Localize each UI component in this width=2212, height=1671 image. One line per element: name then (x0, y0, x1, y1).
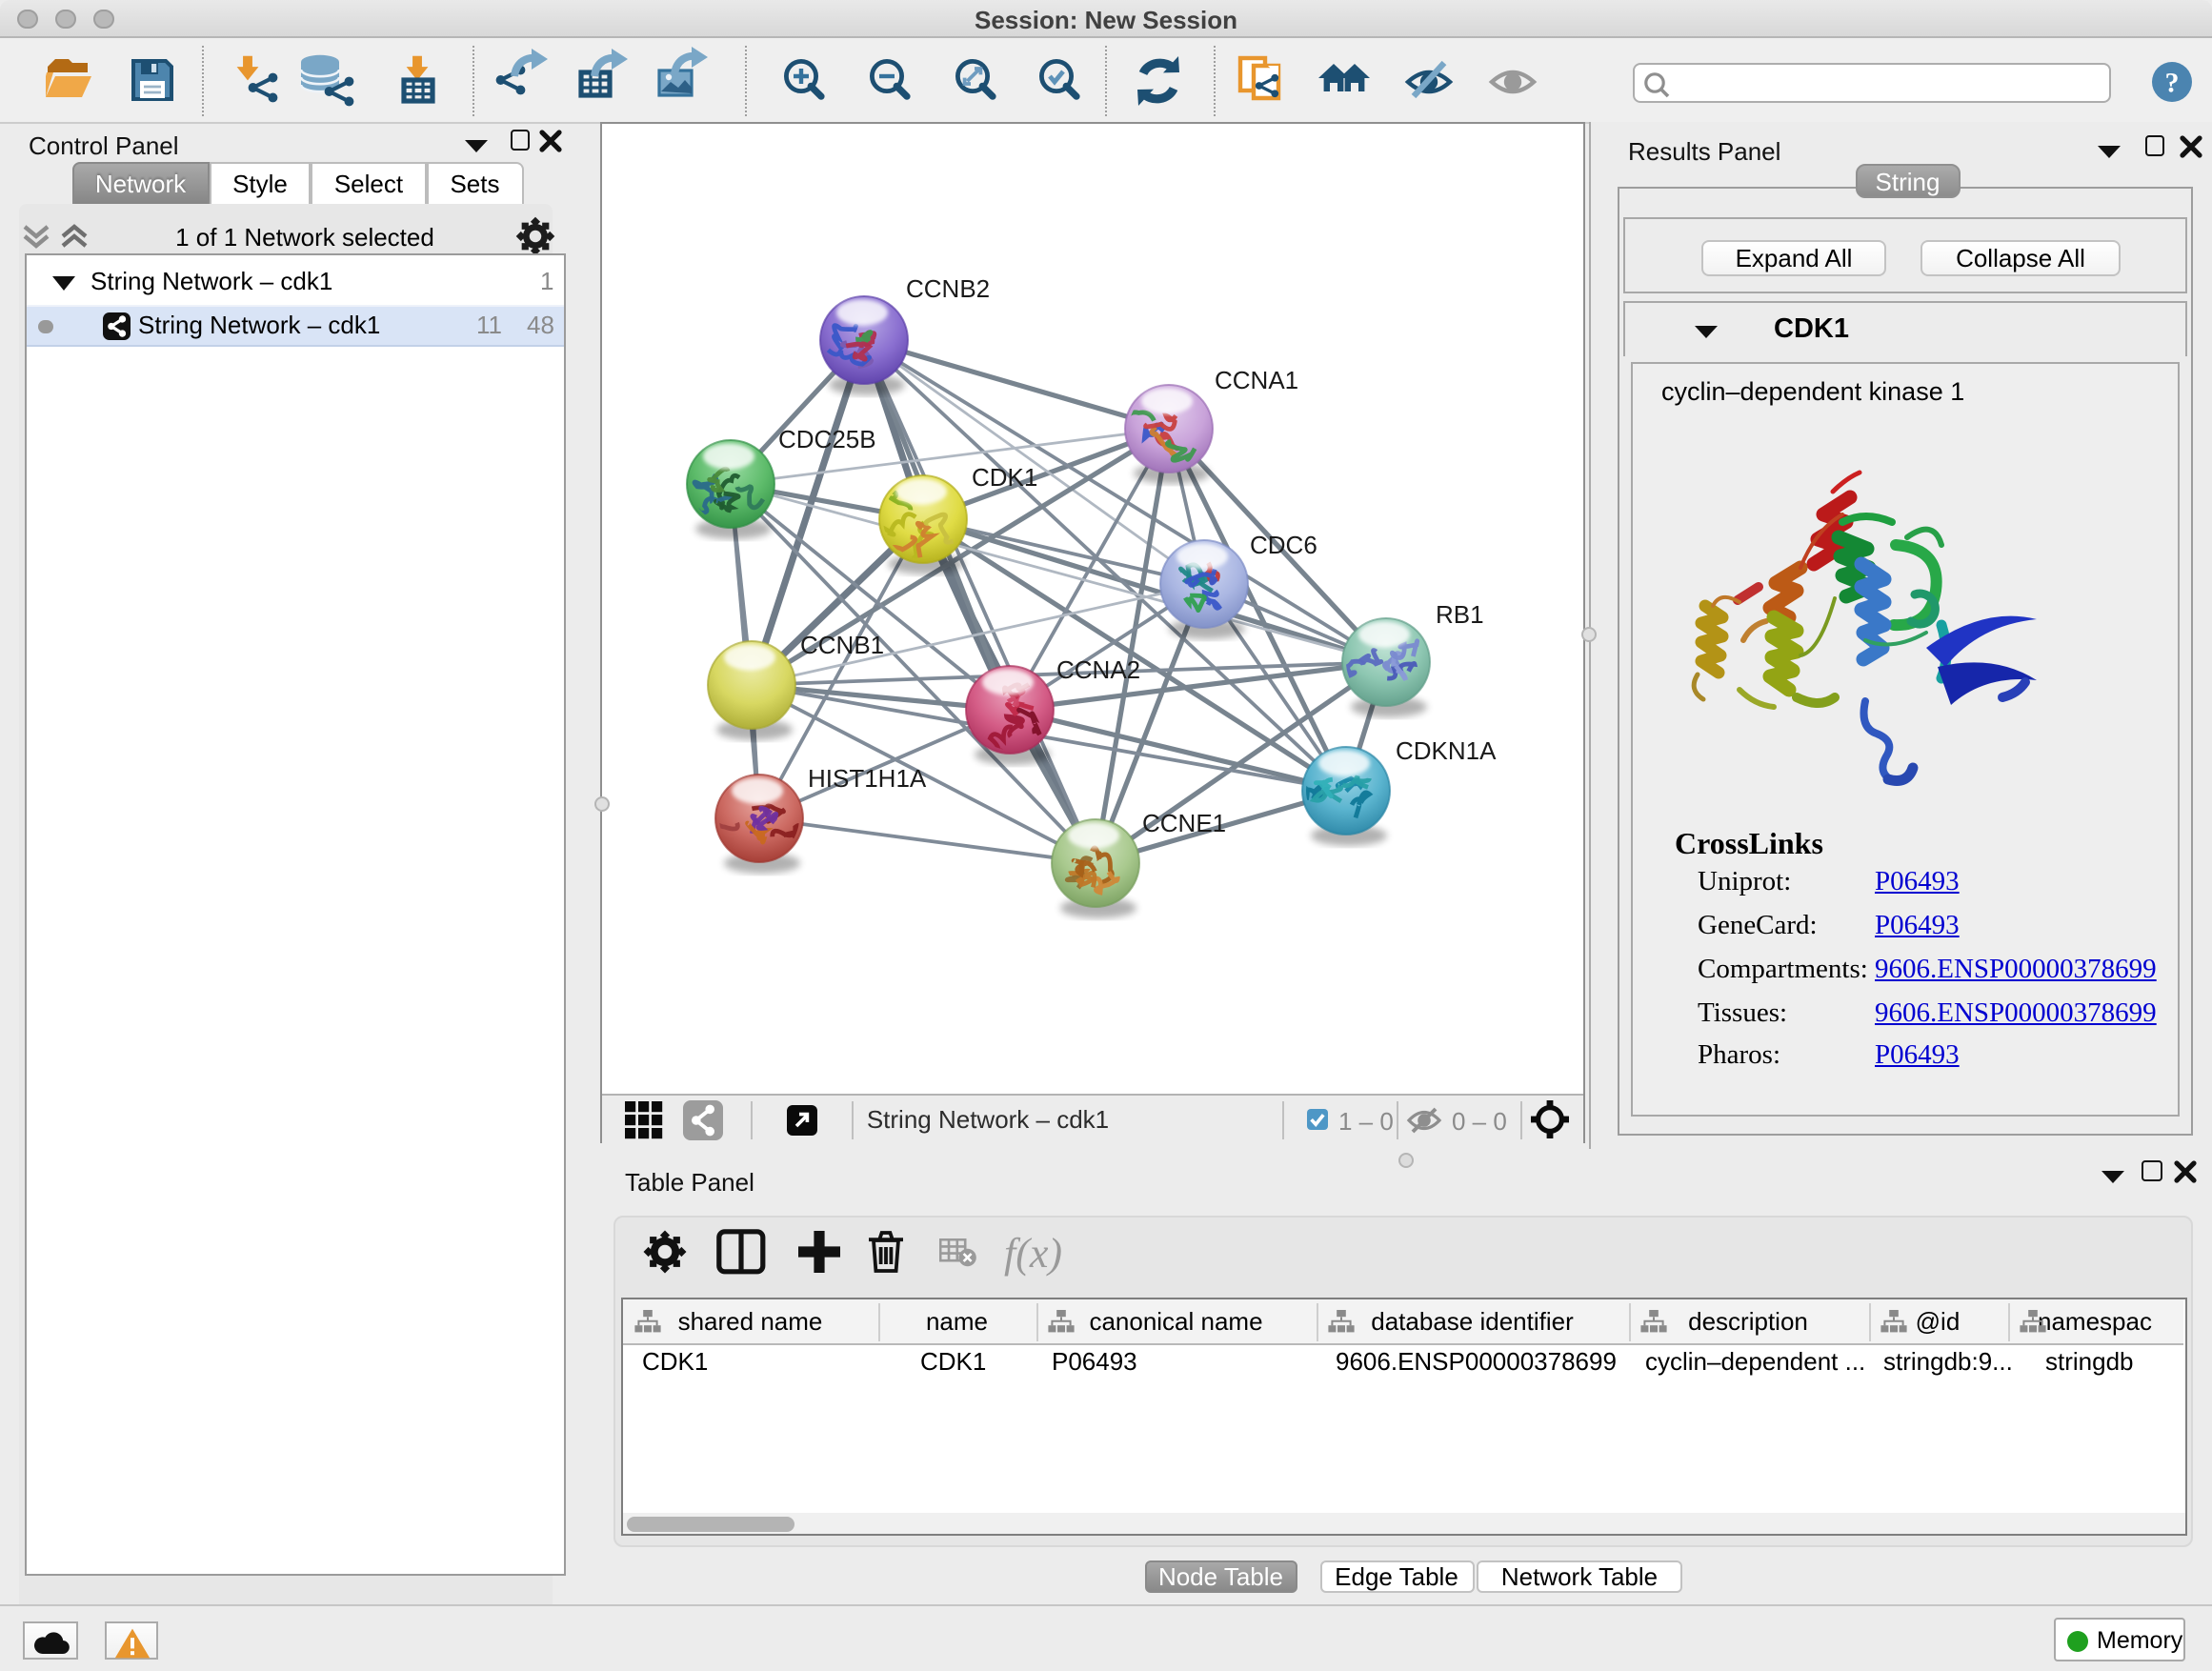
svg-text:?: ? (2165, 68, 2180, 99)
svg-text:CDK1: CDK1 (972, 462, 1037, 491)
svg-text:RB1: RB1 (1436, 599, 1484, 628)
svg-text:CCNB2: CCNB2 (906, 273, 990, 302)
svg-text:CDC25B: CDC25B (778, 424, 876, 453)
svg-text:CCNB1: CCNB1 (800, 630, 884, 658)
svg-text:CDC6: CDC6 (1250, 530, 1317, 558)
svg-text:f(x): f(x) (1004, 1229, 1062, 1276)
svg-text:CDKN1A: CDKN1A (1396, 735, 1497, 764)
svg-text:CCNA2: CCNA2 (1056, 654, 1140, 683)
svg-text:HIST1H1A: HIST1H1A (808, 763, 927, 792)
svg-text:CCNE1: CCNE1 (1142, 808, 1226, 836)
svg-text:CCNA1: CCNA1 (1215, 365, 1298, 393)
